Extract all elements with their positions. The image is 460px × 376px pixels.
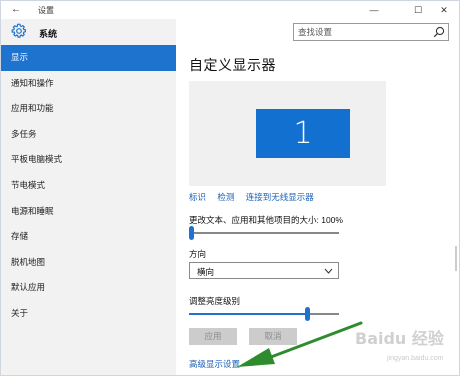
wireless-display-link[interactable]: 连接到无线显示器 [246,192,314,202]
sidebar-list: 显示 通知和操作 应用和功能 多任务 平板电脑模式 节电模式 电源和睡眠 存储 … [1,45,176,327]
title-bar: ← 设置 — ☐ ✕ [1,1,459,19]
sidebar-item-apps[interactable]: 应用和功能 [1,96,176,122]
brightness-slider-fill [189,313,308,315]
sidebar-title: 系统 [39,29,58,39]
brightness-slider-thumb[interactable] [305,307,310,321]
apply-button[interactable]: 应用 [189,328,237,345]
brightness-slider[interactable] [189,307,339,321]
watermark: Baidu 经验 jingyan.baidu.com [347,319,457,369]
scale-slider-track [189,232,339,234]
display-links: 标识 检测 连接到无线显示器 [189,191,323,203]
gear-icon [11,23,26,38]
sidebar-item-tablet-mode[interactable]: 平板电脑模式 [1,147,176,173]
brightness-label: 调整亮度级别 [189,296,241,306]
window-title: 设置 [38,6,54,15]
sidebar-item-battery-saver[interactable]: 节电模式 [1,173,176,199]
sidebar: 系统 显示 通知和操作 应用和功能 多任务 平板电脑模式 节电模式 电源和睡眠 … [1,19,176,375]
scale-slider-thumb[interactable] [189,226,194,240]
watermark-text: Baidu 经验 [355,329,444,348]
sidebar-item-storage[interactable]: 存储 [1,224,176,250]
close-button[interactable]: ✕ [431,1,457,19]
sidebar-item-notifications[interactable]: 通知和操作 [1,71,176,97]
search-box [293,23,449,41]
sidebar-item-display[interactable]: 显示 [1,45,176,71]
detect-link[interactable]: 检测 [217,192,234,202]
settings-window: ← 设置 — ☐ ✕ 系统 显示 通知和操作 应用和功能 多任务 平板电脑模式 … [0,0,460,376]
minimize-button[interactable]: — [361,1,387,19]
orientation-label: 方向 [189,249,207,259]
sidebar-item-default-apps[interactable]: 默认应用 [1,275,176,301]
sidebar-header: 系统 [1,19,176,44]
orientation-value: 横向 [197,267,215,277]
orientation-dropdown[interactable]: 横向 [189,262,339,279]
scale-label: 更改文本、应用和其他项目的大小: 100% [189,215,343,225]
annotation-arrow [237,321,363,367]
sidebar-item-power-sleep[interactable]: 电源和睡眠 [1,199,176,225]
monitor-tile[interactable]: 1 [256,109,350,158]
back-button[interactable]: ← [9,4,23,16]
sidebar-item-offline-maps[interactable]: 脱机地图 [1,250,176,276]
display-preview: 1 [189,81,386,186]
page-title: 自定义显示器 [189,57,276,73]
sidebar-item-about[interactable]: 关于 [1,301,176,327]
scale-slider[interactable] [189,226,339,240]
search-icon[interactable] [433,26,445,38]
chevron-down-icon [324,268,333,274]
scrollbar[interactable] [455,246,457,271]
search-input[interactable] [294,24,430,40]
watermark-subtext: jingyan.baidu.com [387,355,444,362]
identify-link[interactable]: 标识 [189,192,206,202]
sidebar-item-multitasking[interactable]: 多任务 [1,122,176,148]
maximize-button[interactable]: ☐ [405,1,431,19]
